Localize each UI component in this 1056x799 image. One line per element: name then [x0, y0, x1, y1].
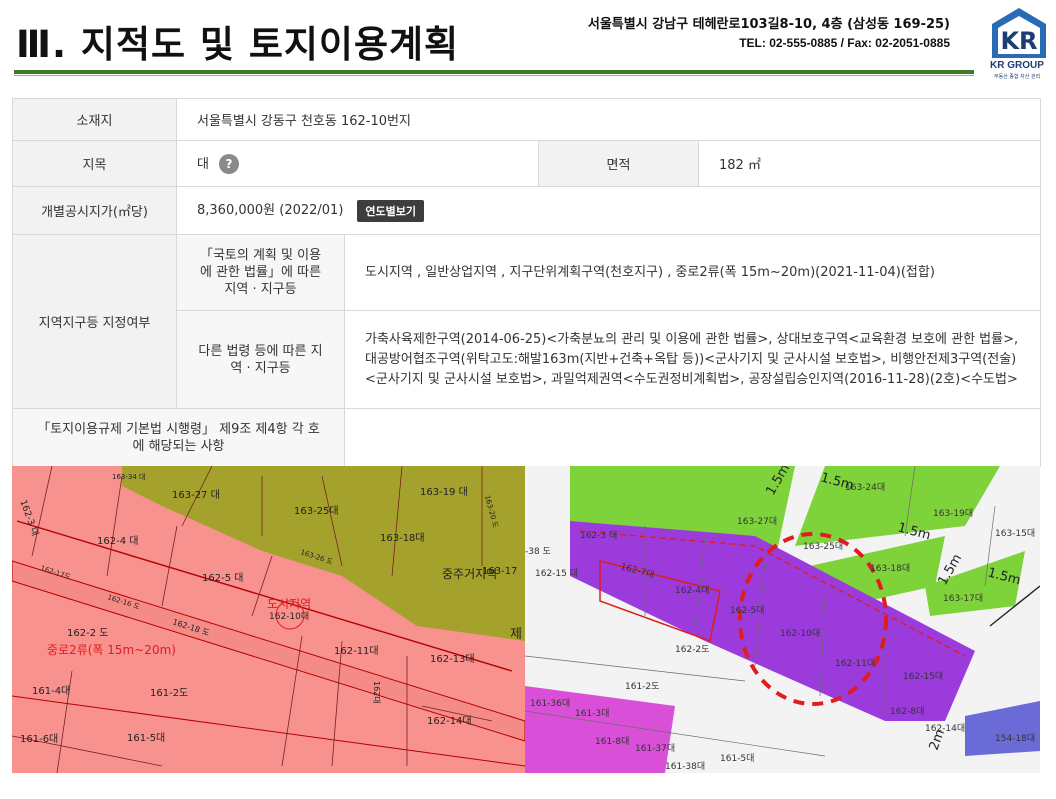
- zoning-parcel-2: 162-4대: [675, 585, 709, 596]
- land-category-value: 대: [197, 156, 209, 172]
- zoning-parcel-7: 162-8대: [890, 706, 924, 717]
- zone-label-urban: 도시지역: [267, 597, 311, 611]
- area-label: 면적: [538, 140, 699, 187]
- parcel-label-11: 162-11대: [334, 645, 379, 657]
- land-price-label: 개별공시지가(㎡당): [12, 186, 177, 235]
- zoning-parcel-16: 161-2도: [625, 682, 659, 692]
- location-label: 소재지: [12, 98, 177, 141]
- zoning-parcel-4: 162-10대: [780, 628, 820, 639]
- zoning-parcel-20: 161-8대: [595, 736, 629, 747]
- zoning-label: 지역지구등 지정여부: [12, 234, 177, 409]
- zoning-parcel-22: 161-38대: [665, 761, 705, 772]
- zoning-parcel-23: 161-5대: [720, 753, 754, 764]
- parcel-label-8: 162-5 대: [202, 572, 243, 584]
- zoning-parcel-6: 162-15대: [903, 671, 943, 682]
- company-address: 서울특별시 강남구 테헤란로103길8-10, 4층 (삼성동 169-25): [587, 17, 950, 32]
- decree-value: [344, 408, 1041, 467]
- logo-letters: KR: [1000, 27, 1037, 55]
- location-value: 서울특별시 강동구 천호동 162-10번지: [176, 98, 1041, 141]
- zoning-parcel-21: 161-37대: [635, 743, 675, 754]
- land-info-table: 소재지 서울특별시 강동구 천호동 162-10번지 지목 대? 면적 182 …: [12, 98, 1041, 467]
- land-price-cell: 8,360,000원 (2022/01) 연도별보기: [176, 186, 1041, 235]
- parcel-label-24: 제: [510, 627, 522, 642]
- zoning-parcel-26: -38 도: [525, 547, 551, 557]
- parcel-label-23: 162대: [372, 681, 381, 704]
- row-land-price: 개별공시지가(㎡당) 8,360,000원 (2022/01) 연도별보기: [12, 186, 1041, 235]
- parcel-label-19: 161-4대: [32, 685, 70, 697]
- zoning-parcel-15: 162-2도: [675, 645, 709, 655]
- zoning-parcel-17: 162-15 대: [535, 568, 578, 579]
- zoning-parcel-5: 162-11대: [835, 658, 875, 669]
- cadastral-map: 163-34 대 163-27 대 163-25대 163-19 대 163-1…: [12, 466, 525, 773]
- kr-logo-mark: KR: [992, 8, 1046, 58]
- parcel-label-0: 163-34 대: [112, 473, 145, 481]
- commerce-zone-label: 중주거지역: [442, 567, 497, 581]
- header-divider: [14, 70, 974, 74]
- logo-subtitle: 부동산 종합 자산 관리: [994, 74, 1041, 80]
- row-national-law: 지역지구등 지정여부 「국토의 계획 및 이용에 관한 법률」에 따른 지역 ·…: [12, 234, 1041, 409]
- zoning-parcel-25: 154-18대: [995, 733, 1035, 744]
- parcel-label-13: 162-14대: [427, 715, 472, 727]
- row-decree: 「토지이용규제 기본법 시행령」 제9조 제4항 각 호에 해당되는 사항: [12, 408, 1041, 467]
- parcel-label-20: 161-2도: [150, 688, 188, 699]
- zoning-parcel-12: 163-18대: [870, 563, 910, 574]
- decree-label: 「토지이용규제 기본법 시행령」 제9조 제4항 각 호에 해당되는 사항: [12, 408, 345, 467]
- land-category-cell: 대?: [176, 140, 539, 187]
- question-icon[interactable]: ?: [218, 154, 239, 175]
- other-law-value: 가축사육제한구역(2014-06-25)<가축분뇨의 관리 및 이용에 관한 법…: [344, 310, 1041, 409]
- company-contact: 서울특별시 강남구 테헤란로103길8-10, 4층 (삼성동 169-25) …: [588, 13, 950, 50]
- zoning-parcel-11: 163-19대: [933, 508, 973, 519]
- zoning-map: 162-3 대 162-7대 162-4대 162-5대 162-10대 162…: [525, 466, 1040, 773]
- company-phone-fax: TEL: 02-555-0885 / Fax: 02-2051-0885: [739, 36, 950, 50]
- parcel-label-1: 163-27 대: [172, 489, 220, 501]
- zoning-parcel-9: 163-25대: [803, 541, 843, 552]
- yearly-view-button[interactable]: 연도별보기: [357, 199, 425, 222]
- zoning-parcel-18: 161-36대: [530, 698, 570, 709]
- parcel-label-2: 163-25대: [294, 505, 339, 517]
- page-title: Ⅲ. 지적도 및 토지이용계획: [16, 23, 460, 66]
- logo-brand-name: KR GROUP: [990, 60, 1044, 71]
- zoning-parcel-19: 161-3대: [575, 708, 609, 719]
- zoning-parcel-0: 162-3 대: [580, 530, 617, 541]
- parcel-label-10: 162-2 도: [67, 628, 108, 639]
- row-location: 소재지 서울특별시 강동구 천호동 162-10번지: [12, 98, 1041, 141]
- header-divider-thin: [14, 75, 974, 76]
- parcel-label-12: 162-13대: [430, 653, 475, 665]
- parcel-label-7: 162-4 대: [97, 535, 138, 547]
- parcel-label-21: 161-6대: [20, 733, 58, 745]
- row-land-category: 지목 대? 면적 182 ㎡: [12, 140, 1041, 187]
- kr-group-logo: KR KR GROUP 부동산 종합 자산 관리: [988, 6, 1050, 80]
- zoning-parcel-14: 163-15대: [995, 528, 1035, 539]
- parcel-label-3: 163-19 대: [420, 486, 468, 498]
- parcel-label-9: 162-10대: [269, 611, 309, 622]
- zoning-parcel-3: 162-5대: [730, 605, 764, 616]
- zoning-parcel-8: 163-27대: [737, 516, 777, 527]
- national-law-value: 도시지역 , 일반상업지역 , 지구단위계획구역(천호지구) , 중로2류(폭 …: [344, 234, 1041, 311]
- area-value: 182 ㎡: [698, 140, 1041, 187]
- other-law-label: 다른 법령 등에 따른 지역 · 지구등: [176, 310, 345, 409]
- zoning-parcel-13: 163-17대: [943, 593, 983, 604]
- parcel-label-4: 163-18대: [380, 532, 425, 544]
- national-law-label: 「국토의 계획 및 이용에 관한 법률」에 따른 지역 · 지구등: [176, 234, 345, 311]
- parcel-label-22: 161-5대: [127, 732, 165, 744]
- land-price-value: 8,360,000원 (2022/01): [197, 203, 344, 219]
- land-category-label: 지목: [12, 140, 177, 187]
- road-label: 중로2류(폭 15m~20m): [47, 643, 176, 657]
